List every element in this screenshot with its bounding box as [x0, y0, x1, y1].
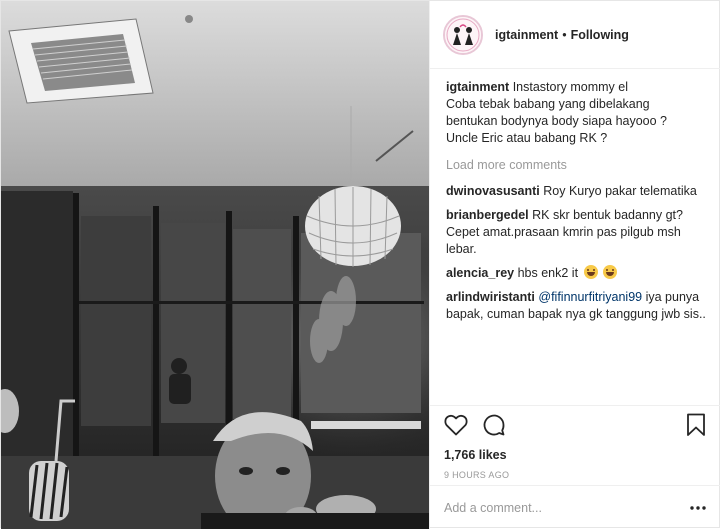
laughing-emoji-icon [583, 265, 598, 279]
comment-text: hbs enk2 it [517, 266, 579, 280]
add-comment-input[interactable] [444, 500, 688, 515]
save-button[interactable] [684, 413, 708, 437]
comment-username[interactable]: dwinovasusanti [446, 184, 540, 198]
caption-line-2: Coba tebak babang yang dibelakang [446, 97, 650, 111]
post-timestamp[interactable]: 9 HOURS AGO [444, 470, 708, 480]
post-sidebar: igtainment • Following igtainment Instas… [429, 1, 720, 529]
post-header: igtainment • Following [430, 1, 720, 69]
comment-username[interactable]: arlindwiristanti [446, 290, 535, 304]
header-username[interactable]: igtainment [495, 28, 558, 42]
comment: arlindwiristanti @fifinnurfitriyani99 iy… [446, 289, 708, 323]
like-button[interactable] [444, 413, 468, 437]
post-photo-image [1, 1, 429, 529]
header-text: igtainment • Following [495, 28, 629, 42]
comment-username[interactable]: brianbergedel [446, 208, 529, 222]
comments-section[interactable]: igtainment Instastory mommy el Coba teba… [430, 69, 720, 405]
post-actions: 1,766 likes 9 HOURS AGO [430, 405, 720, 485]
caption-username[interactable]: igtainment [446, 80, 509, 94]
instagram-post: igtainment • Following igtainment Instas… [0, 0, 720, 529]
caption-line-1: Instastory mommy el [512, 80, 628, 94]
caption: igtainment Instastory mommy el Coba teba… [446, 79, 708, 147]
comment: alencia_rey hbs enk2 it [446, 265, 708, 282]
caption-line-3: bentukan bodynya body siapa hayooo ? [446, 114, 668, 128]
action-icons [444, 406, 708, 444]
comment-text: Roy Kuryo pakar telematika [543, 184, 697, 198]
comment-username[interactable]: alencia_rey [446, 266, 514, 280]
load-more-comments-button[interactable]: Load more comments [446, 157, 708, 174]
likes-count[interactable]: 1,766 likes [444, 447, 708, 464]
avatar-logo-icon [445, 16, 481, 53]
comment-button[interactable] [482, 413, 506, 437]
add-comment-bar [430, 485, 720, 529]
bookmark-icon [687, 413, 705, 436]
caption-line-4: Uncle Eric atau babang RK ? [446, 131, 608, 145]
heart-icon [444, 414, 468, 436]
post-photo[interactable] [1, 1, 429, 529]
more-options-button[interactable] [688, 498, 708, 518]
more-options-icon [690, 505, 706, 510]
comment-bubble-icon [483, 414, 505, 436]
header-separator: • [562, 27, 567, 42]
avatar[interactable] [443, 14, 483, 55]
comment: dwinovasusanti Roy Kuryo pakar telematik… [446, 183, 708, 200]
comment: brianbergedel RK skr bentuk badanny gt? … [446, 207, 708, 258]
comment-mention-link[interactable]: @fifinnurfitriyani99 [538, 290, 642, 304]
laughing-emoji-icon [603, 265, 618, 279]
following-button[interactable]: Following [571, 28, 629, 42]
